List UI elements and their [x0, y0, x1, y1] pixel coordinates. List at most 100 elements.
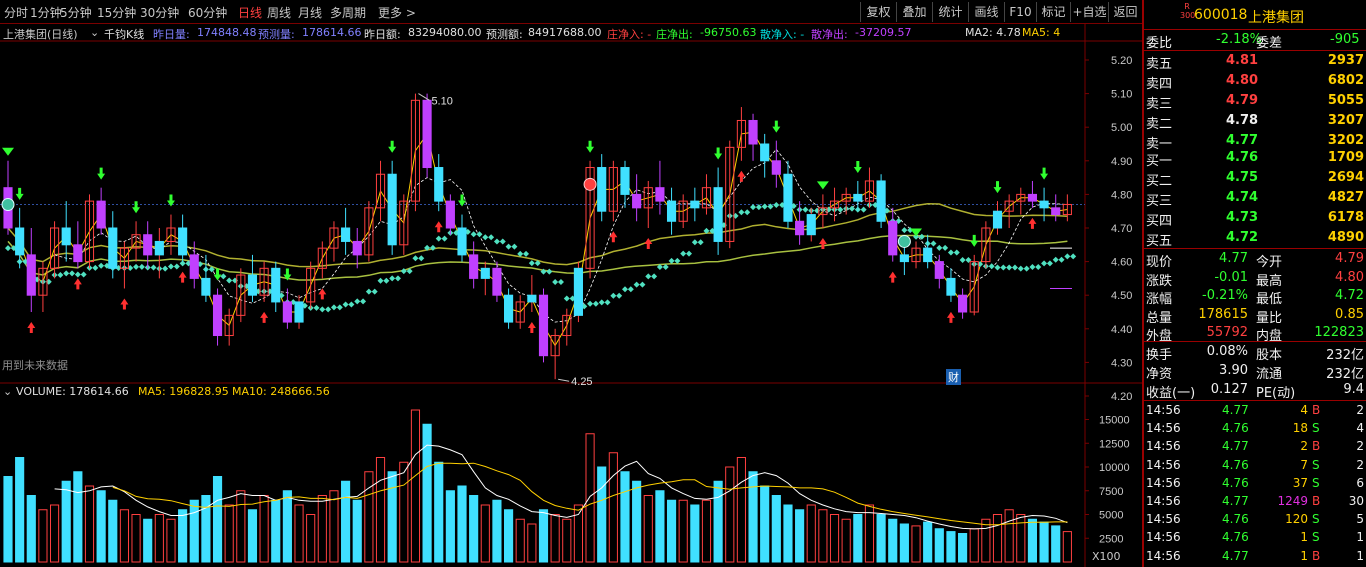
candle-body: [923, 247, 933, 263]
trend-dot: [930, 240, 937, 247]
tick-count: 1: [1356, 530, 1364, 545]
volume-bar: [119, 509, 129, 563]
tick-count: 2: [1356, 439, 1364, 454]
candle-body: [620, 167, 630, 195]
tick-price: 4.77: [1222, 403, 1249, 417]
trend-dot: [377, 277, 384, 284]
tick-volume: 18: [1292, 421, 1308, 436]
volume-bar: [26, 495, 36, 563]
candle-body: [341, 227, 351, 242]
candle-body: [189, 254, 199, 279]
volume-bar: [212, 476, 223, 563]
trend-dot: [1070, 253, 1077, 260]
tick-price: 4.77: [1222, 548, 1249, 563]
tick-count: 1: [1356, 548, 1364, 563]
candle-body: [783, 173, 793, 222]
trend-dot: [138, 263, 145, 270]
stat-value: 4.79: [1335, 251, 1364, 266]
volume-bar: [853, 514, 863, 563]
volume-bar: [632, 480, 642, 563]
finance-badge[interactable]: 财: [946, 369, 961, 385]
stat-value: -0.21%: [1202, 288, 1248, 303]
orderbook-volume: 6178: [1327, 210, 1364, 225]
tick-time: 14:56: [1146, 475, 1181, 490]
trend-dot: [1058, 256, 1065, 263]
tick-count: 4: [1356, 421, 1364, 436]
candle-body: [690, 200, 700, 209]
trend-dot: [744, 209, 751, 216]
trend-dot: [563, 295, 570, 302]
tick-volume: 1: [1300, 548, 1308, 563]
volume-bar: [49, 504, 60, 563]
volume-bar: [236, 490, 246, 563]
orderbook-label: 卖五: [1146, 57, 1173, 72]
sell-arrow-icon: [1040, 167, 1049, 180]
buy-arrow-icon: [644, 238, 653, 249]
trend-dot: [505, 243, 512, 250]
tick-price: 4.76: [1222, 475, 1249, 490]
future-data-note: 用到未来数据: [2, 359, 68, 372]
candle-body: [806, 214, 816, 236]
volume-bar: [841, 518, 851, 563]
tick-time: 14:56: [1146, 439, 1181, 454]
trend-dot: [552, 279, 559, 286]
candle-body: [713, 187, 723, 242]
trend-dot: [1052, 256, 1059, 263]
orderbook-label: 买四: [1146, 214, 1173, 229]
volume-bar: [608, 452, 618, 563]
quote-panel: R 300 600018 上港集团 委比 -2.18% 委差 -905 卖五 4.…: [1142, 0, 1366, 567]
trend-dot: [1000, 264, 1007, 271]
volume-axis-label: 10000: [1099, 462, 1130, 474]
buy-arrow-icon: [946, 311, 955, 323]
trend-dot: [610, 292, 617, 299]
volume-bar: [864, 504, 875, 563]
trend-dot: [953, 249, 960, 256]
volume-bar: [736, 457, 746, 563]
triangle-marker-icon: [816, 181, 829, 190]
trend-dot: [133, 263, 140, 270]
tick-volume: 37: [1292, 475, 1308, 490]
candle-body: [771, 160, 781, 175]
trend-dot: [1017, 265, 1024, 272]
volume-bar: [399, 461, 409, 563]
sell-arrow-icon: [15, 187, 24, 200]
candle-body: [457, 227, 467, 256]
volume-bar: [306, 514, 316, 563]
volume-label: VOLUME: 178614.66: [16, 385, 129, 398]
orderbook-volume: 5055: [1327, 93, 1364, 108]
trend-dot: [482, 234, 489, 241]
volume-bar: [457, 485, 467, 563]
volume-bar: [189, 499, 199, 563]
quote-stat-row: 外盘 55792 内盘 122823: [1144, 323, 1366, 344]
high-pointer: [418, 93, 430, 101]
volume-bar: [352, 499, 362, 563]
kline-chart[interactable]: 5.205.105.004.904.804.704.604.504.404.30…: [0, 0, 1142, 567]
volume-bar: [771, 495, 781, 563]
trend-dot: [57, 272, 64, 279]
volume-bar: [410, 409, 421, 563]
volume-bar: [61, 480, 71, 563]
tick-volume: 2: [1300, 439, 1308, 454]
volume-bar: [1004, 509, 1014, 563]
trend-dot: [435, 235, 442, 242]
orderbook-row: 买三 4.74 4827: [1144, 188, 1366, 209]
candle-body: [73, 244, 83, 263]
fundamental-row: 净资 3.90 流通 232亿: [1144, 361, 1366, 382]
orderbook-volume: 3207: [1327, 113, 1364, 128]
volume-bar: [934, 528, 944, 563]
volume-bar: [701, 499, 712, 563]
tick-time: 14:56: [1146, 421, 1181, 436]
buy-arrow-icon: [434, 221, 443, 233]
orderbook-label: 卖二: [1146, 117, 1173, 132]
orderbook-price: 4.73: [1226, 210, 1259, 225]
trend-dot: [74, 271, 81, 278]
trend-dot: [592, 300, 599, 307]
volume-bar: [445, 490, 455, 563]
chevron-down-icon[interactable]: ⌄: [3, 385, 12, 398]
volume-bar: [434, 461, 444, 563]
trend-dot: [680, 250, 687, 257]
trend-dot: [354, 298, 361, 305]
trend-dot: [220, 273, 227, 280]
quote-stat-row: 涨幅 -0.21% 最低 4.72: [1144, 286, 1366, 307]
orderbook-row: 卖二 4.78 3207: [1144, 111, 1366, 132]
